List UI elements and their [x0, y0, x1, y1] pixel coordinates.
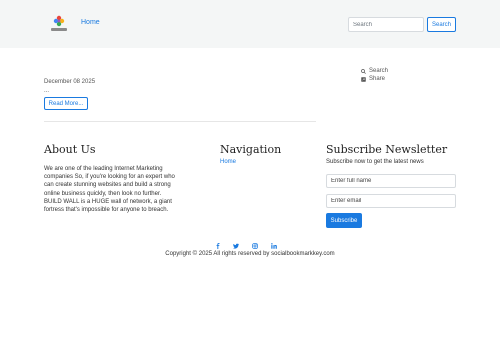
share-icon — [361, 76, 366, 82]
search-icon — [361, 68, 366, 74]
sidebar-search-label: Search — [369, 68, 389, 74]
search-input[interactable] — [348, 17, 424, 32]
facebook-icon[interactable] — [214, 242, 222, 250]
twitter-icon[interactable] — [232, 242, 240, 250]
about-heading: About Us — [44, 143, 96, 156]
sidebar-search-link[interactable]: Search — [361, 68, 388, 74]
copyright-text: Copyright © 2025 All rights reserved by … — [165, 251, 335, 257]
about-text: We are one of the leading Internet Marke… — [44, 166, 175, 214]
site-header: Home Search — [0, 0, 500, 48]
post-divider — [44, 121, 316, 122]
newsletter-heading: Subscribe Newsletter — [326, 143, 448, 156]
post-date: December 08 2025 — [44, 79, 96, 85]
linkedin-icon[interactable] — [270, 242, 278, 250]
post-excerpt: ... — [44, 88, 50, 94]
sidebar-share-link[interactable]: Share — [361, 76, 385, 82]
nav-link-home[interactable]: Home — [81, 19, 100, 26]
subscribe-button[interactable]: Subscribe — [326, 213, 362, 228]
newsletter-name-input[interactable] — [326, 174, 456, 188]
site-logo[interactable] — [51, 15, 67, 33]
read-more-button[interactable]: Read More... — [44, 97, 88, 110]
newsletter-email-input[interactable] — [326, 194, 456, 208]
footer-nav-home[interactable]: Home — [220, 159, 236, 165]
search-button[interactable]: Search — [427, 17, 456, 32]
navigation-heading: Navigation — [220, 143, 282, 156]
newsletter-subtitle: Subscribe now to get the latest news — [326, 159, 424, 165]
logo-caption — [51, 28, 67, 31]
sidebar-share-label: Share — [369, 76, 386, 82]
instagram-icon[interactable] — [251, 242, 259, 250]
logo-icon — [53, 15, 65, 27]
